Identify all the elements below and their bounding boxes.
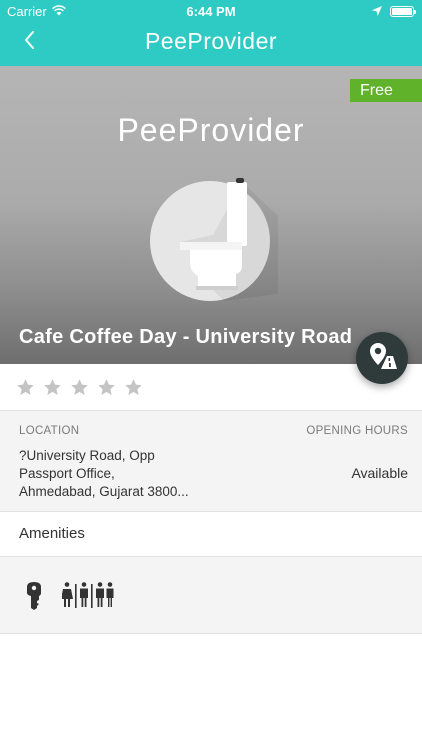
gender-restroom-icon [61, 582, 114, 613]
address-line: ?University Road, Opp [19, 448, 155, 463]
status-time: 6:44 PM [186, 4, 236, 19]
hero-brand: PeeProvider [117, 112, 305, 148]
key-icon [24, 582, 44, 615]
opening-hours-label: OPENING HOURS [306, 425, 408, 437]
star-icon[interactable] [43, 378, 62, 397]
battery-icon [390, 6, 416, 17]
star-icon[interactable] [124, 378, 143, 397]
map-directions-icon [367, 341, 397, 376]
toilet-icon [150, 176, 280, 306]
directions-button[interactable] [356, 332, 408, 384]
opening-hours-value: Available [351, 465, 408, 481]
top-bar: Carrier 6:44 PM PeeProvider [0, 0, 422, 66]
amenities-list [0, 557, 422, 634]
price-badge: Free [350, 79, 422, 102]
star-icon[interactable] [97, 378, 116, 397]
hero-image: Free PeeProvider Cafe Coffee Day - Unive… [0, 66, 422, 364]
address: ?University Road, Opp Passport Office, A… [19, 447, 189, 501]
location-arrow-icon [372, 4, 382, 19]
place-name: Cafe Coffee Day - University Road [19, 326, 353, 348]
nav-title: PeeProvider [144, 28, 278, 54]
star-icon[interactable] [70, 378, 89, 397]
status-right [372, 4, 416, 19]
location-label: LOCATION [19, 425, 80, 437]
amenities-title: Amenities [19, 525, 85, 542]
status-bar: Carrier 6:44 PM [0, 0, 422, 22]
address-line: Passport Office, [19, 466, 115, 481]
amenities-header: Amenities [0, 512, 422, 557]
address-line: Ahmedabad, Gujarat 3800... [19, 484, 189, 499]
star-icon[interactable] [16, 378, 35, 397]
info-section: LOCATION OPENING HOURS ?University Road,… [0, 410, 422, 512]
